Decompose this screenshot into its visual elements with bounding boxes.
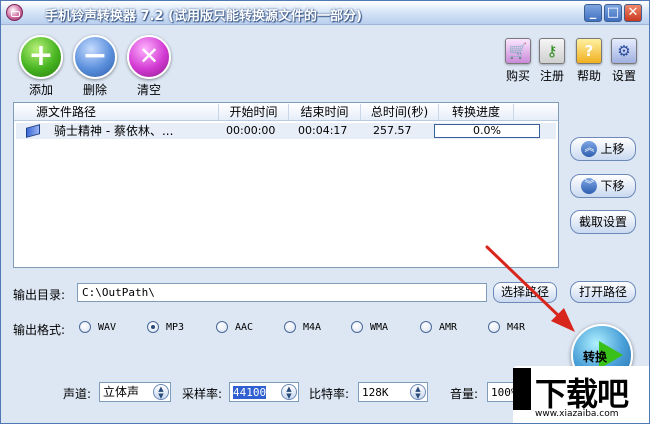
- spin-arrows-icon: ▲ ▼: [410, 384, 426, 400]
- row-progress-bar: 0.0%: [434, 124, 540, 138]
- minimize-button[interactable]: _: [584, 4, 602, 22]
- format-radio-wma[interactable]: WMA: [351, 321, 388, 333]
- format-radio-m4r[interactable]: M4R: [488, 321, 525, 333]
- title-bar[interactable]: 手机铃声转换器 7.2 (试用版只能转换源文件的一部分) _ □ ✕: [1, 1, 649, 25]
- file-list[interactable]: 源文件路径 开始时间 结束时间 总时间(秒) 转换进度 骑士精神 - 蔡依林、.…: [13, 102, 559, 268]
- watermark-url: www.xiazaiba.com: [535, 409, 619, 419]
- column-header-total[interactable]: 总时间(秒): [361, 104, 439, 120]
- cart-icon: 🛒: [505, 38, 531, 64]
- help-icon: ?: [576, 38, 602, 64]
- format-radio-amr[interactable]: AMR: [420, 321, 457, 333]
- table-row[interactable]: 骑士精神 - 蔡依林、... 00:00:00 00:04:17 257.57 …: [16, 123, 556, 139]
- clear-button-label: 清空: [136, 83, 161, 97]
- window-title: 手机铃声转换器 7.2 (试用版只能转换源文件的一部分): [45, 9, 362, 24]
- choose-path-button[interactable]: 选择路径: [493, 282, 557, 303]
- file-list-header: 源文件路径 开始时间 结束时间 总时间(秒) 转换进度: [14, 103, 558, 121]
- radio-indicator: [216, 321, 228, 333]
- row-end-time: 00:04:17: [298, 124, 348, 137]
- watermark-logo: 下载吧 www.xiazaiba.com: [513, 366, 649, 423]
- trim-settings-button[interactable]: 截取设置: [570, 210, 636, 234]
- add-button-label: 添加: [28, 83, 53, 97]
- app-window: 手机铃声转换器 7.2 (试用版只能转换源文件的一部分) _ □ ✕ + 添加 …: [0, 0, 650, 424]
- column-header-end[interactable]: 结束时间: [289, 104, 361, 120]
- format-radio-mp3[interactable]: MP3: [147, 321, 184, 333]
- register-button[interactable]: ⚷ 注册: [532, 38, 572, 84]
- output-dir-label: 输出目录:: [13, 288, 66, 302]
- bitrate-label: 比特率:: [309, 387, 350, 401]
- double-chevron-down-icon: ︾: [581, 177, 598, 194]
- row-path: 骑士精神 - 蔡依林、...: [54, 124, 174, 138]
- double-chevron-up-icon: ︽: [581, 140, 598, 157]
- radio-indicator: [147, 321, 159, 333]
- key-icon: ⚷: [539, 38, 565, 64]
- bitrate-select[interactable]: 128K ▲ ▼: [358, 382, 428, 402]
- clear-button[interactable]: ✕ 清空: [125, 35, 173, 98]
- column-header-start[interactable]: 开始时间: [219, 104, 289, 120]
- channel-select[interactable]: 立体声 ▲ ▼: [99, 382, 171, 402]
- output-dir-input[interactable]: C:\OutPath\: [77, 283, 487, 302]
- delete-button[interactable]: − 删除: [71, 35, 119, 98]
- radio-indicator: [420, 321, 432, 333]
- plus-icon: +: [19, 35, 63, 79]
- tools-icon: ⚙: [611, 38, 637, 64]
- radio-indicator: [488, 321, 500, 333]
- radio-indicator: [351, 321, 363, 333]
- column-header-progress[interactable]: 转换进度: [439, 104, 514, 120]
- output-format-label: 输出格式:: [13, 323, 66, 337]
- maximize-button[interactable]: □: [604, 4, 622, 22]
- move-down-button[interactable]: ︾ 下移: [570, 174, 636, 198]
- watermark-box: [513, 368, 531, 410]
- minus-icon: −: [73, 35, 117, 79]
- column-header-path[interactable]: 源文件路径: [14, 104, 219, 120]
- channel-label: 声道:: [63, 387, 92, 401]
- radio-indicator: [284, 321, 296, 333]
- delete-button-label: 删除: [82, 83, 107, 97]
- format-radio-aac[interactable]: AAC: [216, 321, 253, 333]
- samplerate-label: 采样率:: [182, 387, 223, 401]
- spin-arrows-icon: ▲ ▼: [153, 384, 169, 400]
- volume-label: 音量:: [450, 387, 479, 401]
- spin-arrows-icon: ▲ ▼: [281, 384, 297, 400]
- radio-indicator: [79, 321, 91, 333]
- add-button[interactable]: + 添加: [17, 35, 65, 98]
- x-icon: ✕: [127, 35, 171, 79]
- close-button[interactable]: ✕: [624, 4, 642, 22]
- samplerate-select[interactable]: 44100 ▲ ▼: [229, 382, 299, 402]
- row-start-time: 00:00:00: [226, 124, 276, 137]
- settings-button[interactable]: ⚙ 设置: [604, 38, 644, 84]
- help-button[interactable]: ? 帮助: [569, 38, 609, 84]
- format-radio-wav[interactable]: WAV: [79, 321, 116, 333]
- format-radio-m4a[interactable]: M4A: [284, 321, 321, 333]
- row-progress-text: 0.0%: [473, 124, 501, 137]
- app-logo-icon: [6, 4, 23, 21]
- open-path-button[interactable]: 打开路径: [570, 281, 636, 303]
- audio-file-icon: [26, 124, 40, 138]
- row-total-time: 257.57: [373, 124, 412, 137]
- move-up-button[interactable]: ︽ 上移: [570, 137, 636, 161]
